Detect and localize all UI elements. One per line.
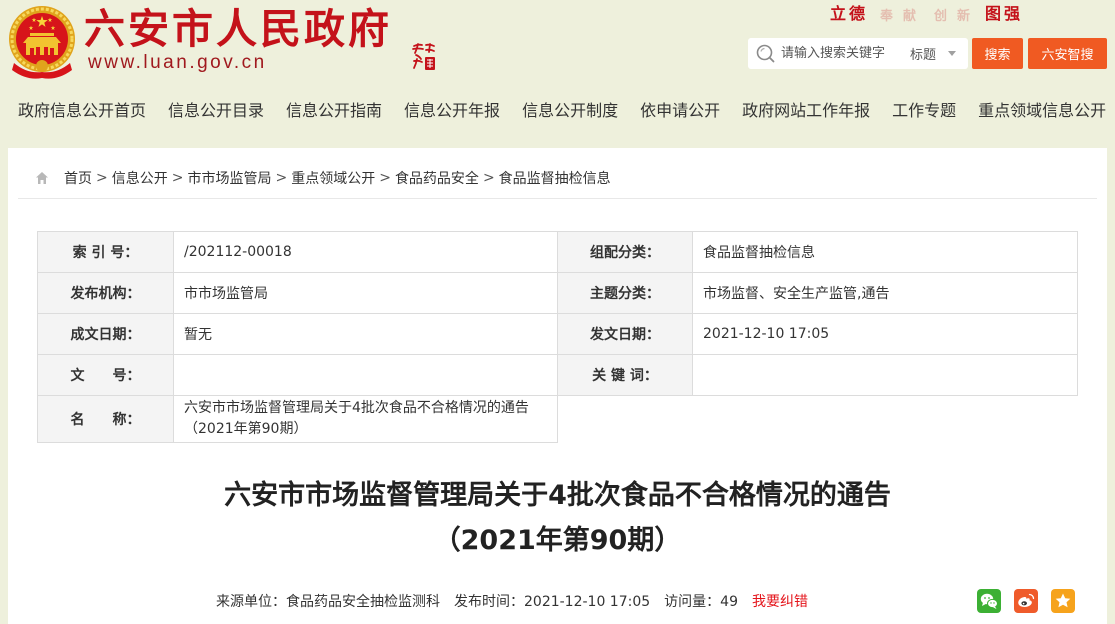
main-nav: 政府信息公开首页 信息公开目录 信息公开指南 信息公开年报 信息公开制度 依申请… [0,95,1115,127]
written-date-value: 暂无 [173,313,558,355]
written-date-label: 成文日期： [37,313,174,355]
publish-time-label: 发布时间： [454,594,524,610]
article-title: 六安市市场监督管理局关于4批次食品不合格情况的通告 （2021年第90期） [8,473,1107,563]
breadcrumb-separator: > [275,170,288,186]
site-title[interactable]: 六安市人民政府 [84,5,392,53]
breadcrumb: 首页 > 信息公开 > 市市场监管局 > 重点领域公开 > 食品药品安全 > 食… [18,158,1097,199]
slogan-word: 创新 [934,9,981,24]
breadcrumb-home[interactable]: 首页 [64,168,92,188]
search-box: 标题 [748,38,968,69]
empty-cell [557,395,1078,443]
table-row: 文 号： 关 键 词： [37,354,1078,396]
slogan-word: 图强 [985,4,1024,23]
document-name-value: 六安市市场监督管理局关于4批次食品不合格情况的通告（2021年第90期） [173,395,558,443]
topic-label: 主题分类： [557,272,693,314]
site-header: 六安市人民政府 www.luan.gov.cn 立德 奉献 创新 图强 标题 [0,0,1115,92]
publish-time-info: 发布时间：2021-12-10 17:05 [454,592,650,612]
share-buttons [977,589,1075,613]
breadcrumb-separator: > [482,170,495,186]
content-panel: 首页 > 信息公开 > 市市场监管局 > 重点领域公开 > 食品药品安全 > 食… [8,148,1107,624]
publisher-value: 市市场监管局 [173,272,558,314]
issue-date-label: 发文日期： [557,313,693,355]
table-row: 索 引 号： /202112-00018 组配分类： 食品监督抽检信息 [37,231,1078,273]
source-label: 来源单位： [216,594,286,610]
publisher-label: 发布机构： [37,272,174,314]
source-value: 食品药品安全抽检监测科 [286,594,440,610]
source-info: 来源单位：食品药品安全抽检监测科 [216,592,440,612]
publish-time-value: 2021-12-10 17:05 [524,594,651,610]
issue-date-value: 2021-12-10 17:05 [692,313,1078,355]
calligraphy-seal-icon [412,43,435,70]
search-icon [756,44,775,63]
view-count-label: 访问量： [664,594,721,610]
view-count-info: 访问量：49 [664,592,738,612]
category-label: 组配分类： [557,231,693,273]
nav-item-catalog[interactable]: 信息公开目录 [168,95,264,127]
table-row: 名 称： 六安市市场监督管理局关于4批次食品不合格情况的通告（2021年第90期… [37,395,1078,443]
search-input[interactable] [781,38,903,69]
breadcrumb-key-areas[interactable]: 重点领域公开 [291,168,375,188]
index-number-value: /202112-00018 [173,231,558,273]
breadcrumb-separator: > [96,170,108,186]
breadcrumb-separator: > [171,170,184,186]
article-title-line: （2021年第90期） [433,525,682,556]
site-url[interactable]: www.luan.gov.cn [88,51,267,75]
table-row: 发布机构： 市市场监管局 主题分类： 市场监督、安全生产监管,通告 [37,272,1078,314]
nav-item-regulations[interactable]: 信息公开制度 [522,95,618,127]
breadcrumb-food-drug-safety[interactable]: 食品药品安全 [395,168,479,188]
article-meta: 来源单位：食品药品安全抽检监测科 发布时间：2021-12-10 17:05 访… [216,592,808,612]
document-name-label: 名 称： [37,395,174,443]
topic-value: 市场监督、安全生产监管,通告 [692,272,1078,314]
wechat-icon[interactable] [977,589,1001,613]
category-value: 食品监督抽检信息 [692,231,1078,273]
keywords-label: 关 键 词： [557,354,693,396]
document-number-value [173,354,558,396]
search-scope-select[interactable]: 标题 [910,38,964,69]
document-number-label: 文 号： [37,354,174,396]
nav-item-guide[interactable]: 信息公开指南 [286,95,382,127]
article-title-line: 六安市市场监督管理局关于4批次食品不合格情况的通告 [224,480,891,511]
smart-search-button[interactable]: 六安智搜 [1028,38,1107,69]
favorite-star-icon[interactable] [1051,589,1075,613]
weibo-icon[interactable] [1014,589,1038,613]
view-count-value: 49 [720,594,738,610]
search-scope-label: 标题 [910,48,937,63]
nav-item-key-areas[interactable]: 重点领域信息公开 [978,95,1106,127]
breadcrumb-disclosure[interactable]: 信息公开 [112,168,168,188]
breadcrumb-separator: > [379,170,391,186]
home-icon[interactable] [35,171,49,185]
slogan-word: 奉献 [880,9,927,24]
keywords-value [692,354,1078,396]
national-emblem-icon [9,6,75,79]
table-row: 成文日期： 暂无 发文日期： 2021-12-10 17:05 [37,313,1078,355]
breadcrumb-food-inspection[interactable]: 食品监督抽检信息 [499,168,611,188]
nav-item-apply[interactable]: 依申请公开 [640,95,720,127]
nav-item-website-annual-report[interactable]: 政府网站工作年报 [742,95,870,127]
nav-item-disclosure-home[interactable]: 政府信息公开首页 [18,95,146,127]
nav-item-special-topics[interactable]: 工作专题 [892,95,956,127]
slogan-word: 立德 [830,4,869,23]
report-error-link[interactable]: 我要纠错 [752,592,808,612]
breadcrumb-market-regulation[interactable]: 市市场监管局 [187,168,271,188]
index-number-label: 索 引 号： [37,231,174,273]
nav-item-annual-report[interactable]: 信息公开年报 [404,95,500,127]
caret-down-icon [948,51,957,56]
search-button[interactable]: 搜索 [972,38,1023,69]
page: 六安市人民政府 www.luan.gov.cn 立德 奉献 创新 图强 标题 [0,0,1115,624]
document-info-table: 索 引 号： /202112-00018 组配分类： 食品监督抽检信息 发布机构… [37,231,1078,443]
